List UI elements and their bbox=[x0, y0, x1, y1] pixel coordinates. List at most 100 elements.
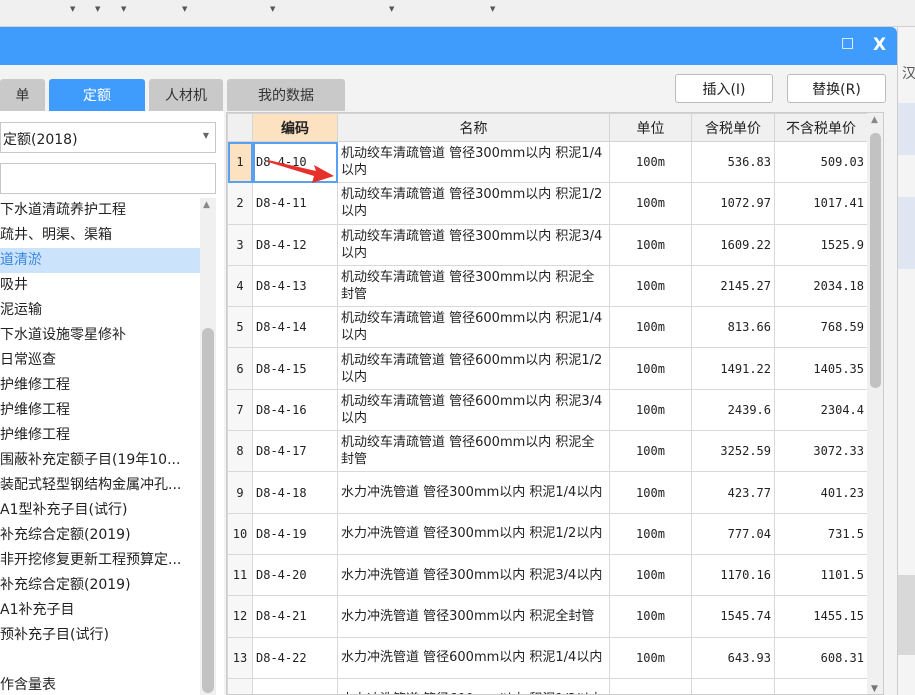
tree-item[interactable]: 补充综合定额(2019) bbox=[0, 523, 200, 548]
cell-code[interactable]: D8-4-11 bbox=[252, 182, 338, 225]
cell-unit[interactable]: 100m bbox=[609, 347, 692, 390]
cell-tax-price[interactable]: 1170.16 bbox=[691, 553, 775, 597]
table-row[interactable]: 11 D8-4-20 水力冲洗管道 管径300mm以内 积泥3/4以内 100m 117… bbox=[227, 553, 868, 597]
tree-item[interactable]: 下水道设施零星修补 bbox=[0, 323, 200, 348]
row-number[interactable]: 3 bbox=[227, 223, 253, 266]
table-row[interactable]: 2 D8-4-11 机动绞车清疏管道 管径300mm以内 积泥1/2以内 100m 10… bbox=[227, 182, 868, 225]
col-header-tax-price[interactable]: 含税单价 bbox=[691, 113, 775, 142]
cell-unit[interactable]: 100m bbox=[609, 223, 692, 266]
cell-name[interactable]: 机动绞车清疏管道 管径300mm以内 积泥3/4以内 bbox=[337, 223, 610, 266]
row-number[interactable]: 11 bbox=[227, 553, 253, 597]
cell-notax-price[interactable]: 768.59 bbox=[774, 306, 868, 349]
cell-code[interactable]: D8-4-20 bbox=[252, 553, 338, 597]
close-icon[interactable]: X bbox=[873, 35, 886, 55]
cell-notax-price[interactable]: 1525.9 bbox=[774, 223, 868, 266]
cell-code[interactable]: D8-4-12 bbox=[252, 223, 338, 266]
tree-item[interactable]: 补充综合定额(2019) bbox=[0, 573, 200, 598]
cell-tax-price[interactable]: 1169.5 bbox=[691, 677, 775, 694]
dropdown-arrow-icon[interactable]: ▼ bbox=[389, 5, 394, 13]
cell-name[interactable]: 机动绞车清疏管道 管径600mm以内 积泥1/4以内 bbox=[337, 306, 610, 349]
tab-quota[interactable]: 定额 bbox=[49, 79, 145, 111]
tab-my-data[interactable]: 我的数据 bbox=[227, 79, 345, 111]
cell-name[interactable]: 机动绞车清疏管道 管径300mm以内 积泥全封管 bbox=[337, 264, 610, 308]
search-input[interactable] bbox=[0, 163, 216, 194]
cell-notax-price[interactable]: 1017.41 bbox=[774, 182, 868, 225]
tree-item[interactable]: 作含量表 bbox=[0, 673, 200, 695]
cell-notax-price[interactable]: 1405.35 bbox=[774, 347, 868, 390]
cell-code[interactable]: D8-4-22 bbox=[252, 636, 338, 679]
col-header-name[interactable]: 名称 bbox=[337, 113, 610, 142]
cell-tax-price[interactable]: 643.93 bbox=[691, 636, 775, 679]
cell-tax-price[interactable]: 1491.22 bbox=[691, 347, 775, 390]
table-row[interactable]: 3 D8-4-12 机动绞车清疏管道 管径300mm以内 积泥3/4以内 100m 16… bbox=[227, 223, 868, 266]
row-number[interactable]: 5 bbox=[227, 306, 253, 349]
cell-name[interactable]: 水力冲洗管道 管径300mm以内 积泥1/4以内 bbox=[337, 471, 610, 514]
cell-unit[interactable]: 100m bbox=[609, 636, 692, 679]
table-row[interactable]: 9 D8-4-18 水力冲洗管道 管径300mm以内 积泥1/4以内 100m 423.… bbox=[227, 471, 868, 514]
cell-name[interactable]: 机动绞车清疏管道 管径600mm以内 积泥1/2以内 bbox=[337, 347, 610, 390]
cell-name[interactable]: 水力冲洗管道 管径600mm以内 积泥1/4以内 bbox=[337, 636, 610, 679]
scrollbar-thumb[interactable] bbox=[202, 328, 214, 693]
tree-item[interactable]: 疏井、明渠、渠箱 bbox=[0, 223, 200, 248]
row-number[interactable]: 7 bbox=[227, 388, 253, 432]
dropdown-arrow-icon[interactable]: ▼ bbox=[270, 5, 275, 13]
row-number[interactable]: 10 bbox=[227, 512, 253, 555]
tree-item[interactable]: 道清淤 bbox=[0, 248, 200, 273]
tree-item[interactable]: 围蔽补充定额子目(19年10... bbox=[0, 448, 200, 473]
tab-list[interactable]: 单 bbox=[0, 79, 45, 111]
cell-notax-price[interactable]: 731.5 bbox=[774, 512, 868, 555]
cell-tax-price[interactable]: 2145.27 bbox=[691, 264, 775, 308]
cell-tax-price[interactable]: 423.77 bbox=[691, 471, 775, 514]
table-row[interactable]: 14D8-4-23水力冲洗管道 管径600mm以内 积泥1/2以内100m116… bbox=[227, 677, 868, 694]
maximize-icon[interactable]: □ bbox=[841, 35, 854, 51]
cell-unit[interactable]: 100m bbox=[609, 388, 692, 432]
table-row[interactable]: 10 D8-4-19 水力冲洗管道 管径300mm以内 积泥1/2以内 100m 777… bbox=[227, 512, 868, 555]
scroll-up-icon[interactable]: ▲ bbox=[871, 115, 878, 125]
dropdown-arrow-icon[interactable]: ▼ bbox=[70, 5, 75, 13]
dropdown-arrow-icon[interactable]: ▼ bbox=[95, 5, 100, 13]
table-row[interactable]: 12 D8-4-21 水力冲洗管道 管径300mm以内 积泥全封管 100m 1545.… bbox=[227, 595, 868, 638]
tree-item[interactable]: 日常巡查 bbox=[0, 348, 200, 373]
tree-item[interactable]: 非开挖修复更新工程预算定... bbox=[0, 548, 200, 573]
cell-tax-price[interactable]: 536.83 bbox=[691, 140, 775, 184]
cell-unit[interactable]: 100m bbox=[609, 677, 692, 694]
cell-name[interactable]: 机动绞车清疏管道 管径600mm以内 积泥全封管 bbox=[337, 430, 610, 473]
cell-name[interactable]: 机动绞车清疏管道 管径300mm以内 积泥1/4以内 bbox=[337, 140, 610, 184]
cell-name[interactable]: 机动绞车清疏管道 管径300mm以内 积泥1/2以内 bbox=[337, 182, 610, 225]
tree-item[interactable]: 泥运输 bbox=[0, 298, 200, 323]
row-number[interactable]: 4 bbox=[227, 264, 253, 308]
cell-notax-price[interactable]: 2304.4 bbox=[774, 388, 868, 432]
table-row[interactable]: 7 D8-4-16 机动绞车清疏管道 管径600mm以内 积泥3/4以内 100m 24… bbox=[227, 388, 868, 432]
col-header-unit[interactable]: 单位 bbox=[609, 113, 692, 142]
scroll-down-icon[interactable]: ▼ bbox=[871, 684, 878, 694]
tree-item[interactable]: 预补充子目(试行) bbox=[0, 623, 200, 648]
tree-item[interactable] bbox=[0, 648, 200, 673]
tree-item[interactable]: 装配式轻型钢结构金属冲孔... bbox=[0, 473, 200, 498]
cell-code[interactable]: D8-4-19 bbox=[252, 512, 338, 555]
cell-unit[interactable]: 100m bbox=[609, 306, 692, 349]
cell-unit[interactable]: 100m bbox=[609, 512, 692, 555]
cell-tax-price[interactable]: 777.04 bbox=[691, 512, 775, 555]
tree-item[interactable]: 护维修工程 bbox=[0, 423, 200, 448]
cell-tax-price[interactable]: 2439.6 bbox=[691, 388, 775, 432]
cell-code[interactable]: D8-4-23 bbox=[252, 677, 338, 694]
tree-item[interactable]: 护维修工程 bbox=[0, 373, 200, 398]
cell-unit[interactable]: 100m bbox=[609, 430, 692, 473]
cell-name[interactable]: 水力冲洗管道 管径300mm以内 积泥全封管 bbox=[337, 595, 610, 638]
cell-code[interactable]: D8-4-13 bbox=[252, 264, 338, 308]
row-number[interactable]: 13 bbox=[227, 636, 253, 679]
cell-tax-price[interactable]: 3252.59 bbox=[691, 430, 775, 473]
cell-notax-price[interactable]: 1099.74 bbox=[774, 677, 868, 694]
replace-button[interactable]: 替换(R) bbox=[787, 74, 886, 103]
tree-item[interactable]: 下水道清疏养护工程 bbox=[0, 198, 200, 223]
cell-unit[interactable]: 100m bbox=[609, 264, 692, 308]
table-row[interactable]: 5 D8-4-14 机动绞车清疏管道 管径600mm以内 积泥1/4以内 100m 81… bbox=[227, 306, 868, 349]
cell-unit[interactable]: 100m bbox=[609, 471, 692, 514]
tree-item[interactable]: 护维修工程 bbox=[0, 398, 200, 423]
row-number[interactable]: 9 bbox=[227, 471, 253, 514]
cell-notax-price[interactable]: 3072.33 bbox=[774, 430, 868, 473]
row-number[interactable]: 6 bbox=[227, 347, 253, 390]
cell-notax-price[interactable]: 608.31 bbox=[774, 636, 868, 679]
col-header-code[interactable]: 编码 bbox=[252, 113, 338, 142]
cell-code[interactable]: D8-4-17 bbox=[252, 430, 338, 473]
